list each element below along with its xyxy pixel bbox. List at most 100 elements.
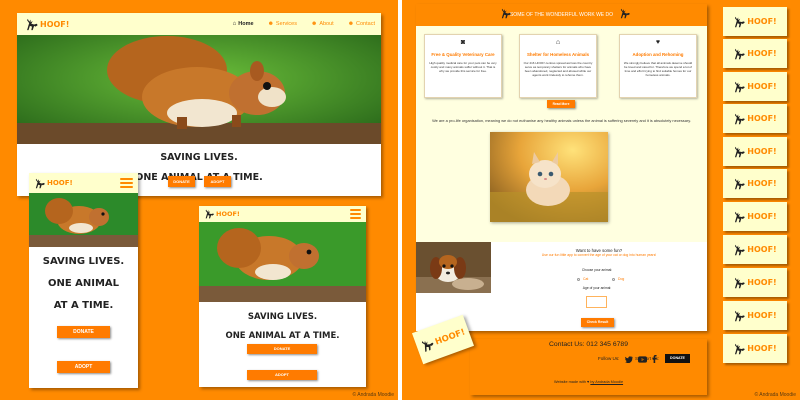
support-us-label: Support Us: (635, 356, 660, 361)
services-page-mockup: SOME OF THE WONDERFUL WORK WE DO ◙ Free … (416, 4, 707, 331)
logo-tile: HOOF! (723, 39, 787, 68)
squirrel-photo (17, 35, 381, 144)
logo-tile: HOOF! (723, 268, 787, 297)
service-card-vet: ◙ Free & Quality Veterinary Care High qu… (424, 34, 502, 98)
card-text: We strongly believe that all animals des… (623, 61, 693, 78)
deer-icon (735, 211, 745, 222)
logo-text: HOOF! (747, 49, 777, 58)
logo-text: HOOF! (747, 212, 777, 221)
deer-icon (735, 48, 745, 59)
logo-text: HOOF! (47, 179, 73, 187)
footer: Contact Us: 012 345 6789 Follow Us: Supp… (470, 339, 707, 395)
made-with-text: Website made with (553, 380, 586, 384)
logo-tile: HOOF! (723, 137, 787, 166)
logo-text: HOOF! (433, 326, 467, 347)
follow-us: Follow Us: (598, 356, 619, 361)
twitter-icon[interactable] (625, 355, 633, 363)
deer-icon (735, 113, 745, 124)
nav-item-home[interactable]: ⌂ Home (233, 21, 254, 27)
nav-item-about[interactable]: ☻ About (311, 21, 334, 27)
check-result-button[interactable]: Check Result (581, 318, 614, 327)
deer-icon (735, 244, 745, 255)
desktop-mockup: HOOF! ⌂ Home ☻ Services ☻ About ☻ Contact (17, 13, 381, 196)
age-input[interactable] (586, 296, 607, 308)
dog-radio[interactable]: Dog (612, 277, 624, 281)
kitten-photo (490, 132, 608, 222)
phone-mockup-small: HOOF! SAVING LIVES. ONE ANIMAL AT A TIME… (29, 173, 138, 388)
donate-button[interactable]: DONATE (57, 326, 110, 338)
cat-radio[interactable]: Cat (577, 277, 588, 281)
logo[interactable]: HOOF! (25, 18, 69, 31)
card-text: Our 216 HOOF! centres spread accross the… (523, 61, 593, 78)
made-with-credit: Website made with ♥ by Andrada Moodie (470, 380, 707, 384)
logo-tile: HOOF! (723, 104, 787, 133)
contact-phone: Contact Us: 012 345 6789 (549, 341, 628, 348)
deer-icon (620, 8, 630, 19)
footer-donate-button[interactable]: DONATE (665, 354, 690, 363)
donate-button[interactable]: DONATE (247, 344, 317, 354)
slogan-line-1: SAVING LIVES. (42, 256, 125, 267)
card-text: High quality medical care for your pets … (429, 61, 497, 74)
radio-circle[interactable] (612, 277, 615, 281)
deer-icon (27, 18, 38, 30)
deer-icon (735, 178, 745, 189)
logo-text: HOOF! (747, 344, 777, 353)
paw-icon: ☻ (267, 21, 274, 27)
logo-text: HOOF! (747, 278, 777, 287)
hamburger-menu-icon[interactable] (120, 178, 133, 188)
deer-icon (735, 81, 745, 92)
hero-image (17, 35, 381, 144)
nav-item-contact[interactable]: ☻ Contact (348, 21, 375, 27)
services-heading: SOME OF THE WONDERFUL WORK WE DO (509, 12, 614, 18)
adopt-button[interactable]: ADOPT (247, 370, 317, 380)
deer-icon (735, 146, 745, 157)
adopt-button[interactable]: ADOPT (57, 361, 110, 373)
cat-option-label: Cat (583, 277, 589, 281)
hero-slogan: SAVING LIVES. ONE ANIMAL AT A TIME. (29, 257, 138, 311)
navbar-mobile: HOOF! (29, 173, 138, 193)
deer-icon (735, 277, 745, 288)
services-content: ◙ Free & Quality Veterinary Care High qu… (416, 26, 707, 242)
services-banner: SOME OF THE WONDERFUL WORK WE DO (416, 4, 707, 26)
puppy-photo (416, 242, 491, 293)
slogan-line-1: SAVING LIVES. (247, 312, 318, 322)
logo-text: HOOF! (747, 82, 777, 91)
service-card-adoption: ♥ Adoption and Rehoming We strongly beli… (619, 34, 697, 98)
logo[interactable]: HOOF! (204, 209, 240, 219)
heart-icon: ♥ (587, 380, 590, 384)
squirrel-photo (29, 193, 138, 247)
choose-animal-label: Choose your animal: (581, 268, 613, 272)
logo-tile: HOOF! (723, 301, 787, 330)
copyright-credit: © Andrada Moodie (352, 392, 395, 398)
pro-life-statement: We are a pro-life organisation, meaning … (432, 118, 691, 123)
author-link[interactable]: by Andrada Moodie (590, 380, 623, 384)
age-label: Age of your animal: (582, 286, 612, 290)
deer-icon (735, 16, 745, 27)
heart-icon: ♥ (655, 39, 661, 46)
hero-buttons: DONATE ADOPT (168, 176, 231, 187)
quiz-subtitle: Use our fun little app to convert the ag… (541, 253, 657, 257)
logo-text: HOOF! (40, 19, 70, 29)
navbar-mobile: HOOF! (199, 206, 366, 222)
logo-tile: HOOF! (723, 7, 787, 36)
deer-icon (501, 8, 511, 19)
home-icon: ⌂ (555, 39, 561, 46)
donate-button[interactable]: DONATE (168, 176, 195, 187)
card-title: Adoption and Rehoming (632, 52, 684, 57)
logo-text: HOOF! (747, 147, 777, 156)
card-title: Shelter for Homeless Animals (526, 52, 590, 57)
logo[interactable]: HOOF! (34, 178, 73, 189)
logo-text: HOOF! (747, 245, 777, 254)
adopt-button[interactable]: ADOPT (204, 176, 231, 187)
mockup-panel-right: SOME OF THE WONDERFUL WORK WE DO ◙ Free … (402, 0, 800, 400)
slogan-line-2: ONE ANIMAL (47, 278, 120, 289)
dog-option-label: Dog (618, 277, 625, 281)
radio-circle[interactable] (577, 277, 580, 281)
service-card-shelter: ⌂ Shelter for Homeless Animals Our 216 H… (519, 34, 597, 98)
nav-item-services[interactable]: ☻ Services (268, 21, 297, 27)
logo-text: HOOF! (216, 210, 240, 218)
read-more-button[interactable]: Read More (547, 100, 575, 108)
hamburger-menu-icon[interactable] (350, 209, 361, 219)
camera-icon: ◙ (460, 39, 466, 46)
logo-text: HOOF! (747, 17, 777, 26)
